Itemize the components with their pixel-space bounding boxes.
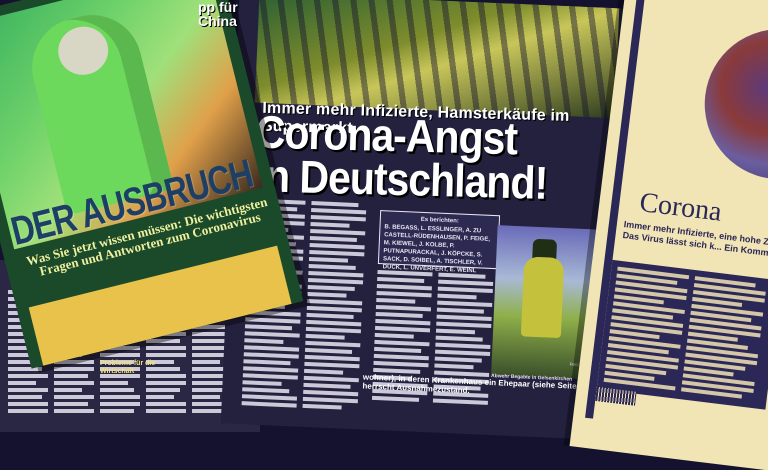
right-text-columns <box>603 266 767 400</box>
headline-line-2: in Deutschland! <box>254 149 548 209</box>
reporters-names: B. BEGASS, L. ESSLINGER, A. ZU CASTELL-R… <box>382 224 491 275</box>
app-china-heading: pp für China <box>198 0 238 29</box>
main-headline: Corona-Angst in Deutschland! <box>254 106 616 209</box>
reporters-box: Es berichten: B. BEGASS, L. ESSLINGER, A… <box>377 210 501 274</box>
person-figure <box>520 256 565 339</box>
section-heading-economy: Probleme für die Wirtschaft <box>100 360 156 375</box>
right-body-text <box>596 259 768 410</box>
